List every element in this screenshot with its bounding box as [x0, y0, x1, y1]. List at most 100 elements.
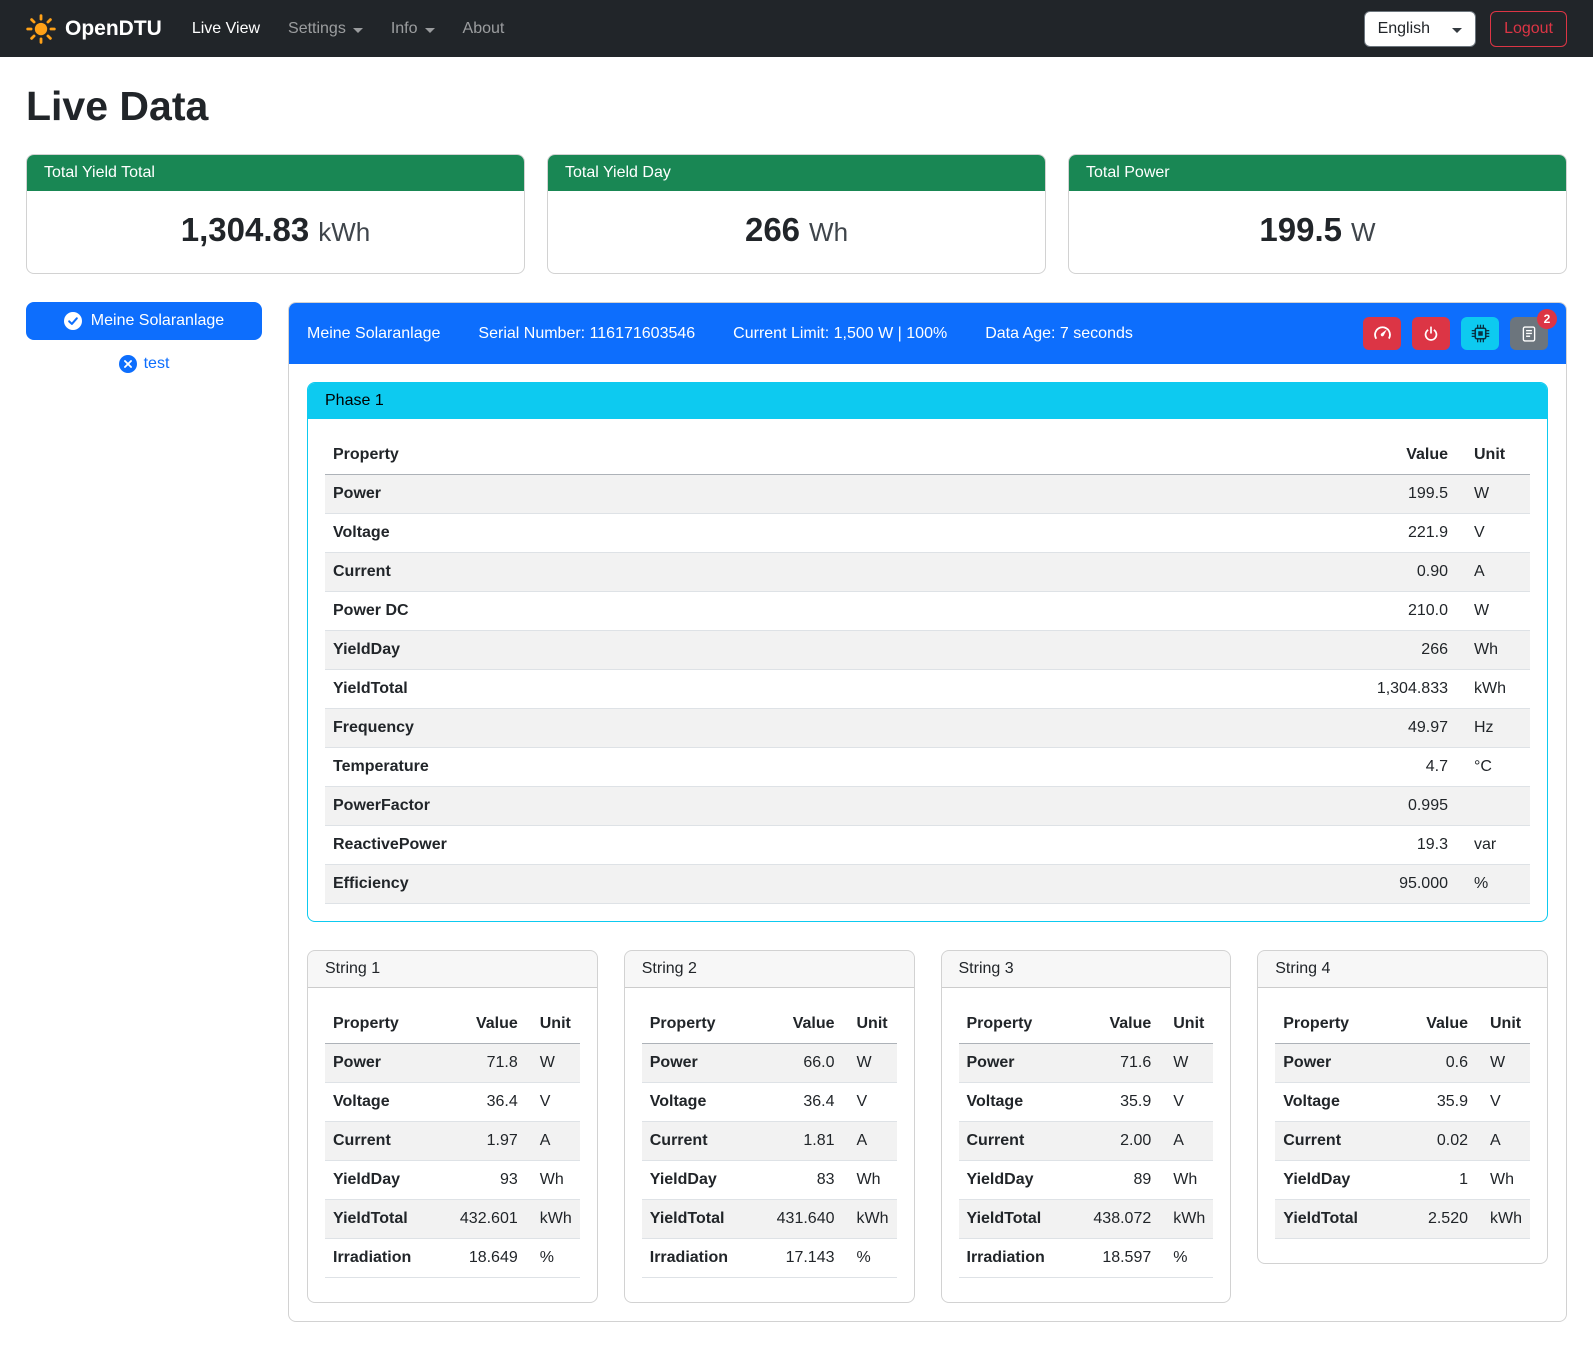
sidebar-item-test-label: test	[144, 355, 170, 373]
value-cell: 18.597	[1083, 1239, 1159, 1278]
property-cell: Voltage	[959, 1083, 1084, 1122]
value-cell: 0.90	[1316, 553, 1456, 592]
summary-value: 266	[745, 211, 800, 248]
unit-cell: A	[1159, 1122, 1213, 1161]
chevron-down-icon	[425, 28, 435, 33]
property-cell: Current	[325, 553, 1316, 592]
string-card-title: String 2	[625, 951, 914, 988]
language-select-value: English	[1378, 20, 1430, 38]
x-circle-icon	[119, 355, 137, 373]
value-cell: 18.649	[450, 1239, 526, 1278]
string-card-title: String 1	[308, 951, 597, 988]
table-row: Current2.00A	[959, 1122, 1214, 1161]
inverter-actions: 2	[1363, 317, 1548, 350]
value-cell: 1.97	[450, 1122, 526, 1161]
string-card-1: String 1 Property Value Unit	[307, 950, 598, 1303]
table-row: Temperature4.7°C	[325, 748, 1530, 787]
inverter-limit: Current Limit: 1,500 W | 100%	[733, 325, 947, 343]
table-row: Power199.5W	[325, 475, 1530, 514]
unit-cell: W	[1456, 592, 1530, 631]
property-cell: Current	[325, 1122, 450, 1161]
logout-button[interactable]: Logout	[1490, 11, 1567, 47]
unit-cell: %	[1159, 1239, 1213, 1278]
table-row: YieldTotal432.601kWh	[325, 1200, 580, 1239]
summary-card-body: 266 Wh	[548, 191, 1045, 273]
unit-cell: Wh	[1159, 1161, 1213, 1200]
table-row: YieldDay1Wh	[1275, 1161, 1530, 1200]
unit-cell: kWh	[1159, 1200, 1213, 1239]
nav-settings[interactable]: Settings	[288, 20, 363, 38]
property-cell: Irradiation	[325, 1239, 450, 1278]
property-cell: Power	[325, 475, 1316, 514]
inverter-serial: Serial Number: 116171603546	[478, 325, 695, 343]
property-cell: Irradiation	[642, 1239, 767, 1278]
table-row: YieldTotal438.072kWh	[959, 1200, 1214, 1239]
unit-cell: %	[1456, 865, 1530, 904]
property-cell: Power	[1275, 1044, 1400, 1083]
language-select[interactable]: English	[1364, 11, 1476, 47]
column-header-property: Property	[1275, 1005, 1400, 1044]
value-cell: 66.0	[767, 1044, 843, 1083]
page-title: Live Data	[26, 83, 1567, 130]
table-row: Irradiation18.649%	[325, 1239, 580, 1278]
column-header-value: Value	[767, 1005, 843, 1044]
table-header-row: Property Value Unit	[959, 1005, 1214, 1044]
value-cell: 83	[767, 1161, 843, 1200]
nav-about[interactable]: About	[463, 20, 505, 38]
table-row: YieldTotal1,304.833kWh	[325, 670, 1530, 709]
phase-card-title: Phase 1	[308, 383, 1547, 419]
summary-value: 199.5	[1259, 211, 1342, 248]
unit-cell: Wh	[843, 1161, 897, 1200]
unit-cell: Wh	[1456, 631, 1530, 670]
table-row: Irradiation17.143%	[642, 1239, 897, 1278]
table-row: Frequency49.97Hz	[325, 709, 1530, 748]
summary-card-total-yield-total: Total Yield Total 1,304.83kWh	[26, 154, 525, 274]
unit-cell: W	[1476, 1044, 1530, 1083]
summary-unit: Wh	[809, 217, 848, 247]
navbar: OpenDTU Live View Settings Info About En…	[0, 0, 1593, 57]
limit-settings-button[interactable]	[1363, 317, 1401, 350]
sun-icon	[26, 14, 56, 44]
table-header-row: Property Value Unit	[325, 1005, 580, 1044]
sidebar-item-inverter[interactable]: Meine Solaranlage	[26, 302, 262, 340]
property-cell: Voltage	[325, 514, 1316, 553]
power-toggle-button[interactable]	[1412, 317, 1450, 350]
unit-cell: kWh	[843, 1200, 897, 1239]
nav-info[interactable]: Info	[391, 20, 435, 38]
event-log-icon	[1520, 325, 1538, 343]
table-row: Power66.0W	[642, 1044, 897, 1083]
summary-card-title: Total Yield Total	[27, 155, 524, 191]
column-header-value: Value	[1316, 436, 1456, 475]
table-row: Power0.6W	[1275, 1044, 1530, 1083]
nav-live-view[interactable]: Live View	[192, 20, 260, 38]
unit-cell: kWh	[526, 1200, 580, 1239]
value-cell: 1,304.833	[1316, 670, 1456, 709]
unit-cell	[1456, 787, 1530, 826]
summary-unit: W	[1351, 217, 1376, 247]
inverter-card: Meine Solaranlage Serial Number: 1161716…	[288, 302, 1567, 1322]
inverter-card-body: Phase 1 Property Value Unit Power199.5WV…	[289, 364, 1566, 1321]
unit-cell: A	[1456, 553, 1530, 592]
string-table: Property Value Unit Power71.8WVoltage36.…	[325, 1005, 580, 1278]
unit-cell: V	[1476, 1083, 1530, 1122]
table-header-row: Property Value Unit	[1275, 1005, 1530, 1044]
property-cell: YieldDay	[1275, 1161, 1400, 1200]
property-cell: Voltage	[642, 1083, 767, 1122]
value-cell: 89	[1083, 1161, 1159, 1200]
string-card-body: Property Value Unit Power66.0WVoltage36.…	[625, 988, 914, 1302]
property-cell: ReactivePower	[325, 826, 1316, 865]
unit-cell: Wh	[526, 1161, 580, 1200]
value-cell: 35.9	[1083, 1083, 1159, 1122]
value-cell: 266	[1316, 631, 1456, 670]
value-cell: 17.143	[767, 1239, 843, 1278]
event-log-button[interactable]: 2	[1510, 317, 1548, 350]
brand[interactable]: OpenDTU	[26, 14, 162, 44]
column-header-unit: Unit	[1159, 1005, 1213, 1044]
sidebar-item-test[interactable]: test	[26, 355, 262, 373]
property-cell: YieldTotal	[642, 1200, 767, 1239]
value-cell: 95.000	[1316, 865, 1456, 904]
unit-cell: W	[843, 1044, 897, 1083]
value-cell: 438.072	[1083, 1200, 1159, 1239]
table-row: YieldDay83Wh	[642, 1161, 897, 1200]
device-info-button[interactable]	[1461, 317, 1499, 350]
